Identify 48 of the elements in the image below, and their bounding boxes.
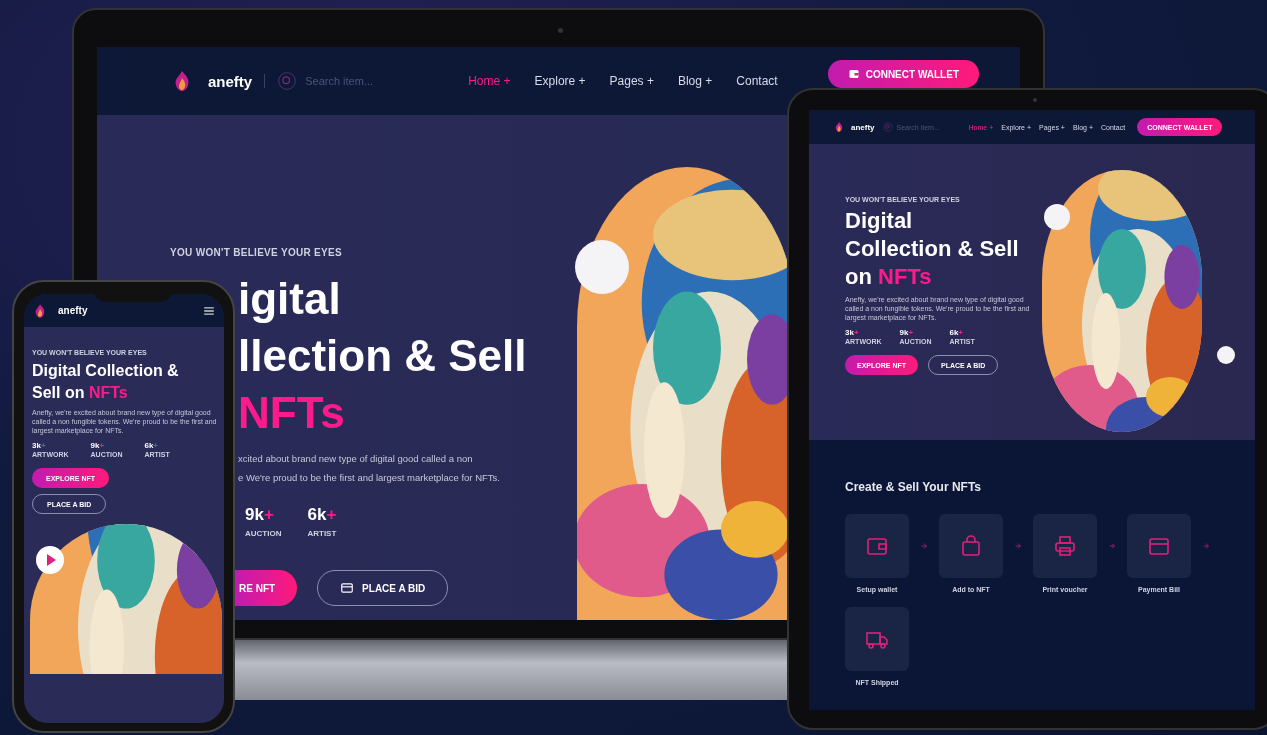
flame-logo-icon[interactable]: [833, 121, 845, 133]
stat-value: 3k+: [845, 328, 860, 337]
stat-value: 6k+: [949, 328, 965, 337]
camera-dot: [1033, 98, 1037, 102]
stat-value: 9k+: [90, 441, 106, 450]
hero-heading: Digital Collection & Sell on NFTs: [845, 207, 1020, 291]
nav-link[interactable]: Home +: [468, 74, 511, 88]
explore-button[interactable]: RE NFT: [235, 570, 298, 606]
hero-description: xcited about brand new type of digital good called a non e We're proud to be the first and largest marketplace for NFTs.: [238, 452, 501, 485]
nav-link[interactable]: Blog +: [677, 74, 713, 88]
hero-eyebrow: YOU WON'T BELIEVE YOUR EYES: [170, 247, 343, 258]
camera-dot: [558, 28, 563, 33]
nav-link[interactable]: Explore +: [534, 74, 586, 88]
stat-label: ARTIST: [307, 529, 337, 538]
play-button-icon[interactable]: [36, 546, 64, 574]
stat-value: 3k+: [32, 441, 47, 450]
step-card[interactable]: [845, 607, 909, 671]
arrow-icon: [920, 542, 928, 550]
step-card[interactable]: [1127, 514, 1191, 578]
section-title: Create & Sell Your NFTs: [845, 480, 983, 494]
stat-value: 9k+: [245, 505, 275, 525]
decor-circle: [1217, 346, 1235, 364]
wallet-icon: [847, 68, 860, 80]
brand-name[interactable]: anefty: [208, 72, 253, 90]
nav-link[interactable]: Pages +: [609, 74, 654, 88]
search-icon: [882, 122, 893, 132]
search-icon: [277, 71, 298, 91]
decor-circle: [1044, 204, 1070, 230]
search-field[interactable]: Search item...: [305, 75, 416, 87]
stat-label: AUCTION: [245, 529, 282, 538]
stat-value: 6k+: [144, 441, 160, 450]
step-card[interactable]: [1033, 514, 1097, 578]
nav-link[interactable]: Contact: [736, 74, 778, 88]
ticket-icon: [340, 581, 355, 595]
printer-icon: [1053, 534, 1077, 558]
hero-heading: Digital Collection & Sell on NFTs: [32, 361, 180, 403]
hero-heading: igital llection & Sell NFTs: [238, 273, 528, 439]
brand-name[interactable]: anefty: [58, 305, 204, 316]
menu-icon[interactable]: [204, 306, 214, 315]
brand-name[interactable]: anefty: [851, 122, 875, 132]
arrow-icon: [1108, 542, 1116, 550]
stat-value: 9k+: [899, 328, 915, 337]
connect-wallet-button[interactable]: CONNECT WALLET: [827, 60, 979, 88]
arrow-icon: [1014, 542, 1022, 550]
arrow-icon: [1202, 542, 1210, 550]
bag-icon: [959, 534, 983, 558]
stat-value: 6k+: [307, 505, 337, 525]
step-card[interactable]: [845, 514, 909, 578]
